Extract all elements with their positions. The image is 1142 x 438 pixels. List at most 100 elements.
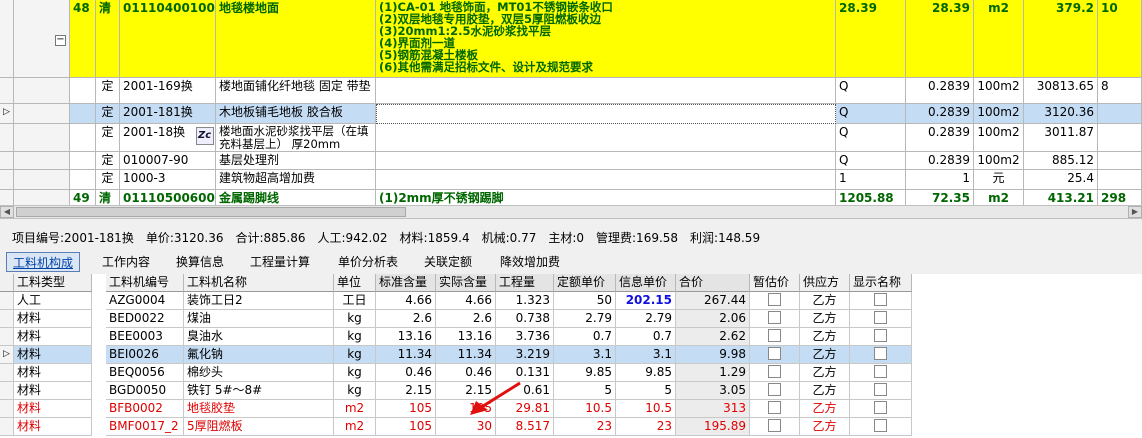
- table-row[interactable]: 材料 BGD0050 铁钉 5#～8# kg 2.15 2.15 0.61 5 5 3.05 乙方: [0, 382, 1142, 400]
- estimate-checkbox[interactable]: [768, 347, 781, 360]
- display-name-checkbox[interactable]: [874, 347, 887, 360]
- cell-info-price[interactable]: 5: [616, 382, 676, 400]
- tab-related-quota[interactable]: 关联定额: [418, 252, 478, 272]
- cell-actual-qty[interactable]: 30: [436, 418, 496, 436]
- header-info-price[interactable]: 信息单价: [616, 274, 676, 292]
- display-name-checkbox[interactable]: [874, 383, 887, 396]
- row-seq: [70, 170, 96, 190]
- row-qty: 0.2839: [906, 78, 974, 104]
- table-row[interactable]: 材料 BEQ0056 棉纱头 kg 0.46 0.46 0.131 9.85 9.85 1.29 乙…: [0, 364, 1142, 382]
- header-material-name[interactable]: 工料机名称: [184, 274, 334, 292]
- tab-unit-price-analysis[interactable]: 单价分析表: [332, 252, 404, 272]
- collapse-icon[interactable]: −: [55, 35, 66, 46]
- row-unit: 100m2: [974, 78, 1024, 104]
- row-seq: [70, 124, 96, 152]
- cell-unit: kg: [334, 310, 376, 328]
- header-estimate-price[interactable]: 暂估价: [750, 274, 800, 292]
- display-name-checkbox[interactable]: [874, 401, 887, 414]
- tree-cell: [14, 170, 70, 190]
- tab-conversion-info[interactable]: 换算信息: [170, 252, 230, 272]
- table-row[interactable]: 材料BFB0002地毯胶垫m210510529.8110.510.5313乙方: [0, 400, 1142, 418]
- table-row[interactable]: 定 2001-18换 Zc 楼地面水泥砂浆找平层（在填充料基层上） 厚20mm …: [0, 124, 1142, 152]
- zc-badge-icon[interactable]: Zc: [196, 127, 214, 145]
- row-description: [376, 170, 836, 190]
- cell-info-price[interactable]: 9.85: [616, 364, 676, 382]
- row-seq: 49: [70, 190, 96, 205]
- display-name-checkbox[interactable]: [874, 311, 887, 324]
- row-code: 011104001001: [120, 0, 216, 78]
- table-row[interactable]: 材料 BED0022 煤油 kg 2.6 2.6 0.738 2.79 2.79 2.06 乙方: [0, 310, 1142, 328]
- table-row[interactable]: 定 1000-3 建筑物超高增加费 1 1 元 25.4: [0, 170, 1142, 190]
- cell-actual-qty[interactable]: 4.66: [436, 292, 496, 310]
- row-unit: 100m2: [974, 104, 1024, 124]
- cell-quantity: 3.736: [496, 328, 554, 346]
- table-row[interactable]: 定 010007-90 基层处理剂 Q 0.2839 100m2 885.12: [0, 152, 1142, 170]
- table-row-selected[interactable]: ▷ 定 2001-181换 木地板铺毛地板 胶合板 Q 0.2839 100m2…: [0, 104, 1142, 124]
- header-material-type[interactable]: 工料类型: [14, 274, 92, 292]
- horizontal-scrollbar[interactable]: ◀ ▶: [0, 205, 1142, 219]
- display-name-checkbox[interactable]: [874, 365, 887, 378]
- cell-unit: m2: [334, 400, 376, 418]
- header-unit[interactable]: 单位: [334, 274, 376, 292]
- cell-actual-qty[interactable]: 2.6: [436, 310, 496, 328]
- tab-efficiency-surcharge[interactable]: 降效增加费: [494, 252, 566, 272]
- cell-material-type: 材料: [14, 328, 92, 346]
- table-row[interactable]: 材料 BMF0017_2 5厚阻燃板 m2 105 30 8.517 23 23 195.89 乙方: [0, 418, 1142, 436]
- display-name-checkbox[interactable]: [874, 329, 887, 342]
- table-row[interactable]: 定 2001-169换 楼地面铺化纤地毯 固定 带垫 Q 0.2839 100m…: [0, 78, 1142, 104]
- display-name-checkbox[interactable]: [874, 293, 887, 306]
- row-price: 3011.87: [1024, 124, 1098, 152]
- estimate-checkbox[interactable]: [768, 365, 781, 378]
- tree-cell: [14, 78, 70, 104]
- cell-info-price[interactable]: 2.79: [616, 310, 676, 328]
- cell-info-price[interactable]: 0.7: [616, 328, 676, 346]
- row-price: 25.4: [1024, 170, 1098, 190]
- cell-material-name: 5厚阻燃板: [184, 418, 334, 436]
- tab-labor-material-machine[interactable]: 工料机构成: [6, 252, 81, 272]
- estimate-checkbox[interactable]: [768, 383, 781, 396]
- description-edit-cell[interactable]: [376, 104, 836, 124]
- table-row[interactable]: − 48 清 011104001001 地毯楼地面 (1)CA-01 地毯饰面，…: [0, 0, 1142, 78]
- scrollbar-thumb[interactable]: [16, 207, 406, 217]
- quota-summary-bar: 项目编号:2001-181换 单价:3120.36 合计:885.86 人工:9…: [12, 231, 761, 245]
- scroll-left-icon[interactable]: ◀: [0, 206, 14, 218]
- row-price: 885.12: [1024, 152, 1098, 170]
- cell-info-price[interactable]: 23: [616, 418, 676, 436]
- cell-actual-qty[interactable]: 13.16: [436, 328, 496, 346]
- header-amount[interactable]: 合价: [676, 274, 750, 292]
- table-row-selected[interactable]: ▷ 材料 BEI0026 氟化钠 kg 11.34 11.34 3.219 3.1 3.1 9.98…: [0, 346, 1142, 364]
- cell-info-price[interactable]: 10.5: [616, 400, 676, 418]
- cell-unit: kg: [334, 328, 376, 346]
- table-row[interactable]: 49 清 011105006001 金属踢脚线 (1)2mm厚不锈钢踢脚 120…: [0, 190, 1142, 205]
- cell-standard-qty: 2.6: [376, 310, 436, 328]
- cell-info-price[interactable]: 202.15: [616, 292, 676, 310]
- header-supplier[interactable]: 供应方: [800, 274, 850, 292]
- estimate-checkbox[interactable]: [768, 293, 781, 306]
- header-quota-price[interactable]: 定额单价: [554, 274, 616, 292]
- table-row[interactable]: 材料 BEE0003 臭油水 kg 13.16 13.16 3.736 0.7 0.7 2.62 乙…: [0, 328, 1142, 346]
- header-actual-qty[interactable]: 实际含量: [436, 274, 496, 292]
- estimate-checkbox[interactable]: [768, 401, 781, 414]
- tree-toggle-cell[interactable]: −: [14, 0, 70, 78]
- header-quantity[interactable]: 工程量: [496, 274, 554, 292]
- cell-material-name: 臭油水: [184, 328, 334, 346]
- row-description: (1)CA-01 地毯饰面，MT01不锈钢嵌条收口 (2)双层地毯专用胶垫，双层…: [376, 0, 836, 78]
- display-name-checkbox[interactable]: [874, 419, 887, 432]
- estimate-checkbox[interactable]: [768, 329, 781, 342]
- resource-composition-grid[interactable]: 工料类型 工料机编号 工料机名称 单位 标准含量 实际含量 工程量 定额单价 信息单价 合价 暂估价…: [0, 274, 1142, 438]
- row-qty: 0.2839: [906, 152, 974, 170]
- header-standard-qty[interactable]: 标准含量: [376, 274, 436, 292]
- item-list-grid[interactable]: − 48 清 011104001001 地毯楼地面 (1)CA-01 地毯饰面，…: [0, 0, 1142, 205]
- row-type: 定: [96, 124, 120, 152]
- cell-estimate-price: [750, 328, 800, 346]
- cell-actual-qty[interactable]: 11.34: [436, 346, 496, 364]
- tab-quantity-calc[interactable]: 工程量计算: [244, 252, 316, 272]
- scroll-right-icon[interactable]: ▶: [1128, 206, 1142, 218]
- tab-work-content[interactable]: 工作内容: [96, 252, 156, 272]
- estimate-checkbox[interactable]: [768, 419, 781, 432]
- table-row[interactable]: 人工 AZG0004 装饰工日2 工日 4.66 4.66 1.323 50 202.15 267…: [0, 292, 1142, 310]
- cell-info-price[interactable]: 3.1: [616, 346, 676, 364]
- header-material-code[interactable]: 工料机编号: [106, 274, 184, 292]
- estimate-checkbox[interactable]: [768, 311, 781, 324]
- header-display-name[interactable]: 显示名称: [850, 274, 912, 292]
